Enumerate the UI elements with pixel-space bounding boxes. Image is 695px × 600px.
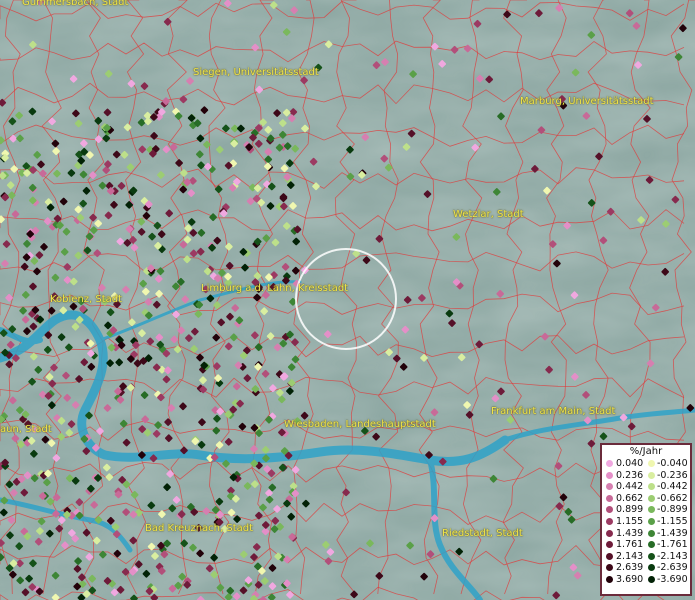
- legend-row: 1.155 -1.155: [602, 516, 690, 528]
- legend-value-negative: -0.662: [657, 492, 688, 504]
- legend-swatch-positive: [606, 564, 613, 572]
- legend-value-negative: -0.040: [657, 458, 688, 469]
- legend-value-positive: 0.040: [616, 458, 644, 469]
- legend-value-positive: 2.639: [616, 562, 644, 574]
- city-label-gummersbach: Gummersbach, Stadt: [22, 0, 129, 8]
- city-label-frankfurt: Frankfurt am Main, Stadt: [491, 406, 616, 417]
- legend-row: 2.143 -2.143: [602, 551, 690, 563]
- legend-value-positive: 1.155: [616, 515, 644, 527]
- legend-swatch-negative: [648, 575, 655, 583]
- legend-value-negative: -2.143: [657, 550, 688, 562]
- city-label-wiesbaden: Wiesbaden, Landeshauptstadt: [284, 419, 436, 430]
- city-label-limburg: Limburg a.d. Lahn, Kreisstadt: [201, 283, 349, 294]
- legend-row: 0.662 -0.662: [602, 493, 690, 505]
- city-label-koblenz: Koblenz, Stadt: [50, 294, 123, 305]
- legend-swatch-negative: [648, 564, 655, 572]
- city-label-siegen: Siegen, Universitätsstadt: [193, 67, 319, 78]
- legend-swatch-positive: [606, 460, 613, 467]
- city-label-marburg: Marburg, Universitätsstadt: [520, 96, 654, 107]
- legend-row: 0.236 -0.236: [602, 470, 690, 482]
- legend-value-negative: -2.639: [657, 562, 688, 574]
- legend-swatch-negative: [648, 552, 655, 560]
- legend-swatch-negative: [648, 517, 655, 525]
- legend-swatch-positive: [606, 552, 613, 560]
- legend-swatch-positive: [606, 483, 613, 491]
- legend-row: 3.690 -3.690: [602, 574, 690, 586]
- legend-value-negative: -1.439: [657, 527, 688, 539]
- legend-value-positive: 0.662: [616, 492, 644, 504]
- legend-swatch-positive: [606, 529, 613, 537]
- city-label-edge: aun, Stadt: [0, 424, 52, 435]
- legend-swatch-positive: [606, 494, 613, 502]
- legend-swatch-negative: [648, 460, 655, 467]
- legend-swatch-positive: [606, 575, 613, 583]
- legend-swatch-positive: [606, 506, 613, 514]
- legend-value-positive: 1.439: [616, 527, 644, 539]
- legend-row: 0.442 -0.442: [602, 481, 690, 493]
- legend-value-negative: -0.442: [657, 481, 688, 493]
- legend-title: %/Jahr: [629, 446, 663, 457]
- city-label-wetzlar: Wetzlar, Stadt: [453, 209, 524, 220]
- legend-swatch-negative: [648, 494, 655, 502]
- map-view[interactable]: Gummersbach, Stadt Siegen, Universitätss…: [0, 0, 695, 600]
- legend-value-negative: -3.690: [657, 573, 688, 585]
- legend-swatch-negative: [648, 506, 655, 514]
- legend-value-positive: 2.143: [616, 550, 644, 562]
- legend-row: 2.639 -2.639: [602, 562, 690, 574]
- legend-row: 1.439 -1.439: [602, 528, 690, 540]
- city-label-bad-kreuznach: Bad Kreuznach, Stadt: [145, 523, 254, 534]
- legend-row: 0.899 -0.899: [602, 504, 690, 516]
- legend-value-negative: -0.899: [657, 504, 688, 516]
- legend: %/Jahr 0.040 -0.040 0.236 -0.236 0.442 -0.442…: [600, 443, 692, 596]
- legend-value-positive: 1.761: [616, 539, 644, 551]
- legend-swatch-negative: [648, 471, 655, 479]
- legend-value-negative: -1.761: [657, 539, 688, 551]
- legend-swatch-negative: [648, 529, 655, 537]
- legend-value-positive: 0.442: [616, 481, 644, 493]
- legend-value-positive: 0.899: [616, 504, 644, 516]
- legend-value-positive: 0.236: [616, 469, 644, 481]
- legend-rows: 0.040 -0.040 0.236 -0.236 0.442 -0.442 0.662 -0…: [602, 458, 690, 586]
- legend-swatch-positive: [606, 541, 613, 549]
- legend-row: 0.040 -0.040: [602, 458, 690, 470]
- legend-swatch-negative: [648, 483, 655, 491]
- legend-value-positive: 3.690: [616, 573, 644, 585]
- legend-value-negative: -1.155: [657, 515, 688, 527]
- legend-value-negative: -0.236: [657, 469, 688, 481]
- legend-row: 1.761 -1.761: [602, 539, 690, 551]
- legend-swatch-positive: [606, 471, 613, 479]
- legend-swatch-positive: [606, 517, 613, 525]
- city-label-riedstadt: Riedstadt, Stadt: [442, 528, 523, 539]
- legend-swatch-negative: [648, 541, 655, 549]
